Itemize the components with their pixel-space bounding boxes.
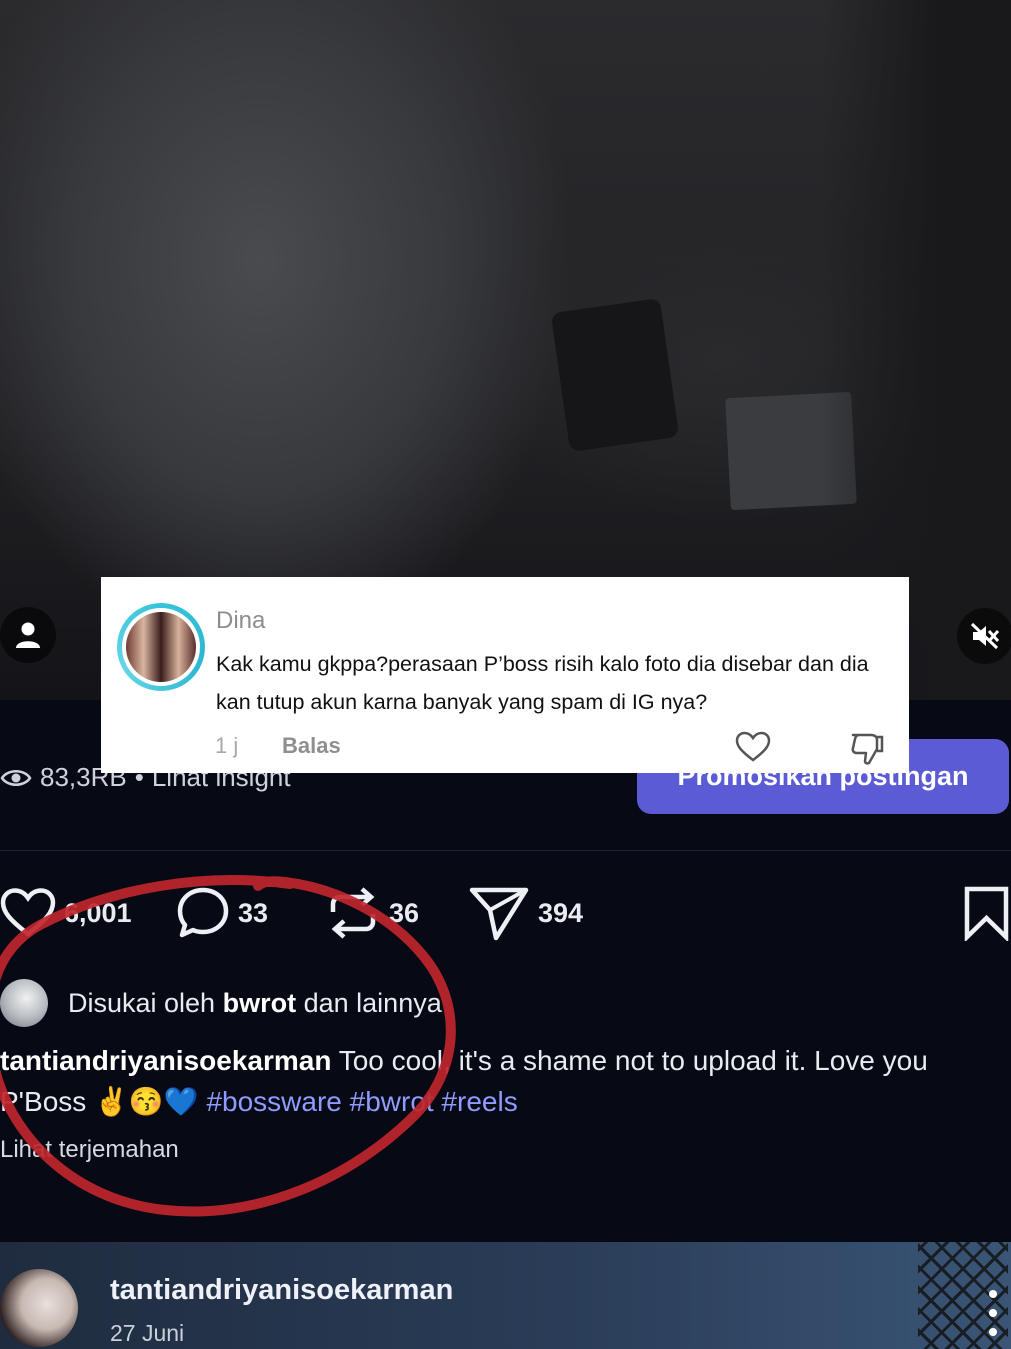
speaker-muted-icon (970, 622, 1000, 650)
comment-reply-card: Dina Kak kamu gkppa?perasaan P’boss risi… (101, 577, 909, 773)
share-count: 394 (538, 897, 584, 928)
comment-text: Kak kamu gkppa?perasaan P’boss risih kal… (216, 652, 869, 714)
person-icon (16, 622, 40, 648)
caption-author[interactable]: tantiandriyanisoekarman (0, 1045, 331, 1076)
heart-icon (0, 888, 56, 937)
thumbs-down-icon (851, 733, 884, 765)
comment-dislike-button[interactable] (849, 731, 885, 772)
next-post-avatar[interactable] (0, 1269, 78, 1347)
repost-button[interactable]: 36 (325, 878, 419, 948)
video-frame-detail (550, 298, 680, 452)
comment-timestamp: 1 j (215, 733, 239, 758)
heart-outline-icon (735, 731, 771, 762)
next-post-header: tantiandriyanisoekarman 27 Juni (0, 1242, 1011, 1349)
comment-count: 33 (238, 897, 269, 928)
paper-plane-icon (469, 887, 529, 941)
repost-count: 36 (389, 897, 420, 928)
reply-button[interactable]: Balas (282, 733, 341, 759)
liked-by-prefix: Disukai oleh (68, 987, 216, 1018)
like-button[interactable]: 6,001 (0, 878, 132, 948)
liked-by-suffix: dan lainnya (303, 987, 442, 1018)
post-actions: 6,001 33 36 394 (0, 878, 1011, 948)
post-caption: tantiandriyanisoekarman Too cool, it's a… (0, 1040, 1000, 1122)
caption-hashtags[interactable]: #bossware #bwrot #reels (206, 1086, 517, 1117)
like-count: 6,001 (64, 897, 132, 928)
tagged-people-button[interactable] (0, 607, 56, 663)
mute-button[interactable] (957, 608, 1011, 664)
comment-button[interactable]: 33 (176, 878, 268, 948)
eye-icon (0, 769, 32, 786)
more-options-icon[interactable] (983, 1290, 1003, 1336)
save-button[interactable] (962, 878, 1010, 948)
bookmark-icon (964, 886, 1009, 941)
share-button[interactable]: 394 (468, 878, 583, 948)
repost-icon (330, 887, 376, 939)
avatar-image (126, 612, 196, 682)
liker-avatar (0, 979, 48, 1027)
commenter-avatar[interactable] (117, 603, 205, 691)
see-translation-link[interactable]: Lihat terjemahan (0, 1136, 179, 1164)
next-post-username[interactable]: tantiandriyanisoekarman (110, 1274, 453, 1307)
speech-bubble-icon (177, 887, 229, 938)
comment-username[interactable]: Dina (216, 607, 265, 635)
divider (0, 850, 1011, 851)
caption-emojis: ✌😚💙 (94, 1086, 199, 1117)
comment-like-button[interactable] (735, 731, 771, 768)
liked-by-row[interactable]: Disukai oleh bwrot dan lainnya (0, 977, 442, 1029)
next-post-date: 27 Juni (110, 1320, 185, 1346)
liked-by-username[interactable]: bwrot (223, 988, 297, 1018)
